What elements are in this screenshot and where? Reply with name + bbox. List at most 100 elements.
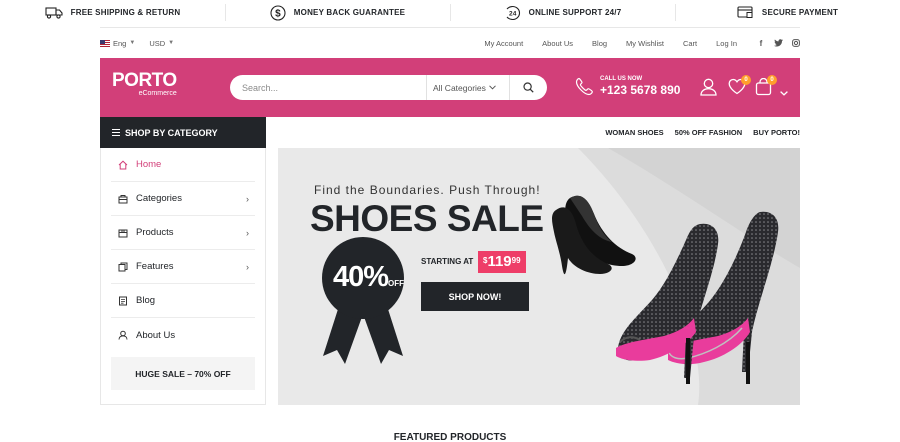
call-us[interactable]: CALL US NOW +123 5678 890 [575, 76, 680, 97]
search-input[interactable] [230, 82, 426, 93]
category-header-label: SHOP BY CATEGORY [125, 127, 218, 138]
price-cents: 99 [511, 256, 521, 265]
logo-text: PORTO [112, 70, 177, 91]
sidebar-item-home[interactable]: Home [111, 148, 255, 182]
home-icon [118, 160, 130, 170]
account-button[interactable] [700, 78, 717, 101]
service-free-shipping: FREE SHIPPING & RETURN [0, 0, 225, 25]
search-button[interactable] [509, 75, 547, 100]
us-flag-icon [100, 39, 110, 47]
service-support: 24 ONLINE SUPPORT 24/7 [450, 0, 675, 25]
instagram-icon[interactable] [792, 39, 800, 47]
discount-off-label: OFF [388, 279, 405, 288]
cart-dropdown-toggle[interactable] [780, 83, 788, 101]
chevron-right-icon: › [246, 227, 249, 238]
chevron-down-icon [489, 85, 496, 90]
currency-label: USD [149, 38, 166, 48]
banner-tagline: Find the Boundaries. Push Through! [314, 183, 541, 197]
phone-icon [575, 77, 593, 96]
language-select[interactable]: Eng ▼ [100, 39, 135, 48]
discount-badge: 40%OFF [333, 261, 404, 294]
wishlist-count-badge: 0 [741, 75, 751, 85]
promo-nav: WOMAN SHOES 50% OFF FASHION BUY PORTO! [266, 117, 800, 148]
chevron-right-icon: › [246, 193, 249, 204]
header-top: Eng ▼ USD ▼ My Account About Us Blog My … [100, 36, 800, 50]
service-secure-payment: SECURE PAYMENT [675, 0, 900, 25]
chevron-down-icon: ▼ [129, 40, 136, 46]
products-icon [118, 228, 130, 238]
currency-select[interactable]: USD ▼ [149, 39, 174, 48]
sidebar-item-label: Products [136, 227, 174, 238]
link-log-in[interactable]: Log In [716, 39, 737, 48]
call-number: +123 5678 890 [600, 83, 681, 97]
cart-count-badge: 0 [767, 75, 777, 85]
logo[interactable]: PORTO eCommerce [112, 71, 177, 98]
facebook-icon[interactable]: f [757, 39, 765, 48]
sidebar-item-label: Categories [136, 193, 182, 204]
sidebar-item-label: Home [136, 159, 162, 170]
user-icon [700, 78, 717, 96]
language-label: Eng [113, 38, 127, 48]
nav-link-buy-porto[interactable]: BUY PORTO! [753, 128, 800, 137]
category-sidebar: Home Categories › Products › Features › … [100, 148, 266, 405]
sidebar-item-features[interactable]: Features › [111, 250, 255, 284]
shoes-image [552, 195, 779, 384]
featured-products-heading: FEATURED PRODUCTS [393, 432, 507, 442]
link-about-us[interactable]: About Us [542, 39, 573, 48]
hero-banner[interactable]: Find the Boundaries. Push Through! SHOES… [278, 148, 800, 405]
link-cart[interactable]: Cart [683, 39, 697, 48]
sidebar-item-products[interactable]: Products › [111, 216, 255, 250]
service-label: SECURE PAYMENT [761, 8, 839, 17]
svg-text:24: 24 [509, 10, 517, 17]
service-bar: FREE SHIPPING & RETURN $ MONEY BACK GUAR… [0, 0, 900, 25]
link-blog[interactable]: Blog [592, 39, 607, 48]
cart-button[interactable]: 0 [755, 75, 777, 101]
price-tag: $119 99 [478, 251, 526, 273]
huge-sale-link[interactable]: HUGE SALE – 70% OFF [111, 357, 255, 390]
sidebar-item-label: Blog [136, 295, 156, 306]
blog-icon [118, 296, 130, 306]
secure-payment-icon [737, 6, 753, 18]
service-label: ONLINE SUPPORT 24/7 [528, 8, 622, 17]
search-bar: All Categories [230, 75, 547, 100]
price-amount: 119 [487, 253, 512, 270]
wishlist-button[interactable]: 0 [728, 75, 751, 100]
banner-title: SHOES SALE [310, 198, 544, 239]
features-icon [118, 262, 130, 272]
shop-now-button[interactable]: SHOP NOW! [421, 282, 529, 311]
category-select-value: All Categories [433, 82, 486, 93]
menu-icon [112, 129, 120, 136]
chevron-down-icon: ▼ [168, 40, 175, 46]
category-select[interactable]: All Categories [426, 75, 509, 100]
shop-by-category-header[interactable]: SHOP BY CATEGORY [100, 117, 266, 148]
divider [100, 27, 800, 28]
discount-percent: 40% [333, 261, 389, 293]
service-label: MONEY BACK GUARANTEE [293, 8, 406, 17]
nav-link-woman-shoes[interactable]: WOMAN SHOES [605, 128, 663, 137]
sidebar-item-label: Features [136, 261, 174, 272]
support-24-icon: 24 [506, 5, 520, 20]
twitter-icon[interactable] [774, 39, 783, 47]
sidebar-item-about-us[interactable]: About Us [111, 318, 255, 352]
sidebar-item-categories[interactable]: Categories › [111, 182, 255, 216]
discount-badge-icon [322, 237, 404, 364]
link-my-wishlist[interactable]: My Wishlist [626, 39, 664, 48]
main-header: PORTO eCommerce All Categories CALL US N… [100, 58, 800, 117]
about-icon [118, 330, 130, 340]
dollar-icon: $ [270, 4, 286, 21]
categories-icon [118, 194, 130, 204]
truck-icon [45, 6, 63, 19]
sidebar-item-label: About Us [136, 329, 176, 341]
search-icon [523, 82, 534, 93]
service-money-back: $ MONEY BACK GUARANTEE [225, 0, 450, 25]
call-label: CALL US NOW [600, 76, 643, 82]
chevron-down-icon [780, 91, 788, 96]
chevron-right-icon: › [246, 261, 249, 272]
svg-text:$: $ [275, 8, 281, 19]
service-label: FREE SHIPPING & RETURN [70, 8, 181, 17]
sidebar-item-blog[interactable]: Blog [111, 284, 255, 318]
link-my-account[interactable]: My Account [484, 39, 523, 48]
starting-at-label: STARTING AT [421, 257, 474, 266]
logo-subtitle: eCommerce [138, 90, 177, 97]
nav-link-50-off-fashion[interactable]: 50% OFF FASHION [675, 128, 743, 137]
